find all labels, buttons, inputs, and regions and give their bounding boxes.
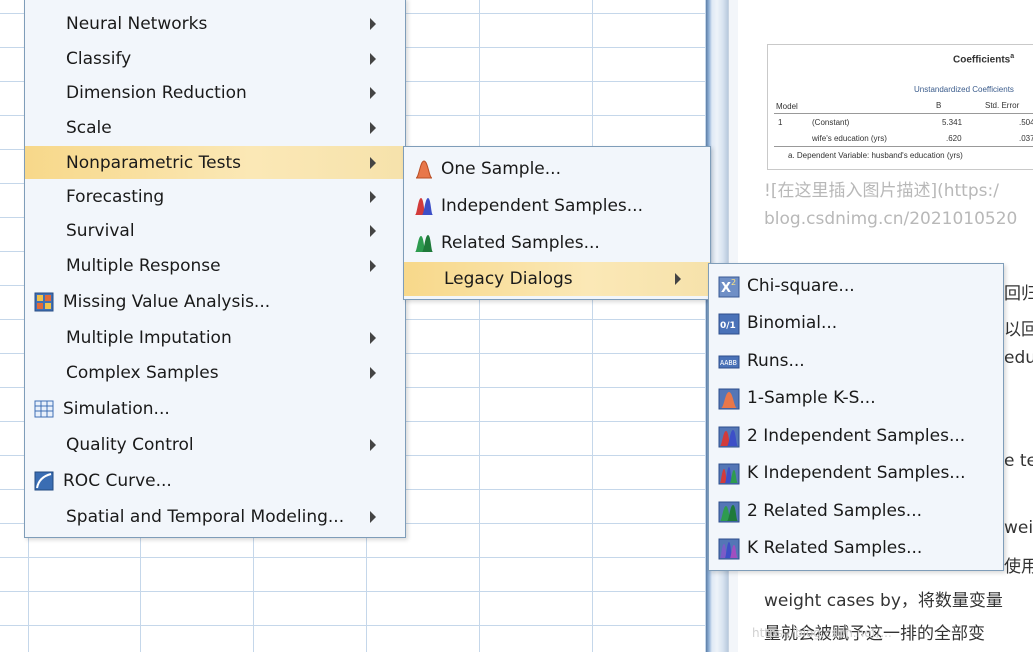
menu-item-complex-samples[interactable]: Complex Samples — [25, 357, 405, 389]
table-row1-label: (Constant) — [812, 118, 850, 127]
menu-item-k-related-samples[interactable]: K Related Samples... — [709, 531, 1003, 565]
article-text: weight cases by，将数量变量 — [764, 591, 1003, 611]
svg-text:X: X — [721, 281, 731, 296]
article-text: edu — [1004, 348, 1033, 368]
table-title: Coefficientsa — [953, 53, 1015, 66]
table-row1-b: 5.341 — [942, 118, 963, 127]
article-text: 以回 — [1004, 320, 1033, 340]
related-samples-icon — [414, 233, 434, 253]
roc-curve-icon — [34, 471, 54, 491]
submenu-arrow-icon — [675, 273, 681, 285]
menu-item-2-related-samples[interactable]: 2 Related Samples... — [709, 494, 1003, 528]
chi-square-icon: X2 — [718, 276, 740, 298]
menu-item-binomial[interactable]: 0/1 Binomial... — [709, 306, 1003, 340]
menu-item-nonparametric-tests[interactable]: Nonparametric Tests — [25, 146, 405, 179]
submenu-arrow-icon — [370, 260, 376, 272]
grid-col-line — [479, 0, 480, 652]
table-footnote: a. Dependent Variable: husband's educati… — [788, 151, 963, 160]
menu-item-chi-square[interactable]: X2 Chi-square... — [709, 269, 1003, 303]
table-rule — [774, 113, 1033, 114]
menu-item-dimension-reduction[interactable]: Dimension Reduction — [25, 77, 405, 109]
submenu-arrow-icon — [370, 191, 376, 203]
menu-item-runs[interactable]: AABB Runs... — [709, 344, 1003, 378]
menu-item-missing-value-analysis[interactable]: Missing Value Analysis... — [25, 286, 405, 318]
grid-col-line — [592, 0, 593, 652]
menu-item-2-independent-samples[interactable]: 2 Independent Samples... — [709, 419, 1003, 453]
menu-item-quality-control[interactable]: Quality Control — [25, 429, 405, 461]
menu-item-spatial-temporal[interactable]: Spatial and Temporal Modeling... — [25, 501, 405, 533]
simulation-icon — [34, 399, 54, 419]
svg-text:AABB: AABB — [720, 359, 737, 367]
table-header-group: Unstandardized Coefficients — [914, 85, 1014, 94]
binomial-icon: 0/1 — [718, 313, 740, 335]
svg-text:2: 2 — [731, 278, 736, 287]
runs-icon: AABB — [718, 351, 740, 371]
ks-icon — [718, 388, 740, 410]
table-col-se: Std. Error — [985, 101, 1020, 110]
menu-item-legacy-dialogs[interactable]: Legacy Dialogs — [404, 262, 710, 296]
image-alt-text: ![在这里插入图片描述](https:/ — [764, 181, 999, 201]
menu-item-simulation[interactable]: Simulation... — [25, 393, 405, 425]
menu-item-independent-samples[interactable]: Independent Samples... — [404, 189, 710, 223]
submenu-arrow-icon — [370, 511, 376, 523]
menu-item-forecasting[interactable]: Forecasting — [25, 181, 405, 213]
table-row-num: 1 — [778, 118, 783, 127]
menu-item-multiple-response[interactable]: Multiple Response — [25, 250, 405, 282]
table-row2-se: .037 — [1019, 134, 1033, 143]
svg-text:0/1: 0/1 — [720, 321, 736, 331]
menu-item-one-sample[interactable]: One Sample... — [404, 152, 710, 186]
submenu-arrow-icon — [370, 87, 376, 99]
coefficients-table-image: Coefficientsa Unstandardized Coefficient… — [767, 44, 1033, 170]
legacy-dialogs-menu: X2 Chi-square... 0/1 Binomial... AABB Ru… — [708, 263, 1004, 571]
grid-row-line — [0, 557, 708, 558]
grid-row-line — [0, 625, 708, 626]
table-row2-label: wife's education (yrs) — [812, 134, 887, 143]
watermark: https://blog.csdn.net/... — [752, 626, 892, 640]
submenu-arrow-icon — [370, 367, 376, 379]
missing-value-icon — [34, 292, 54, 312]
submenu-arrow-icon — [370, 332, 376, 344]
two-related-icon — [718, 501, 740, 523]
menu-item-multiple-imputation[interactable]: Multiple Imputation — [25, 322, 405, 354]
two-independent-icon — [718, 426, 740, 448]
menu-item-k-independent-samples[interactable]: K Independent Samples... — [709, 456, 1003, 490]
one-sample-icon — [414, 159, 434, 179]
submenu-arrow-icon — [370, 439, 376, 451]
menu-item-classify[interactable]: Classify — [25, 43, 405, 75]
submenu-arrow-icon — [370, 225, 376, 237]
menu-item-scale[interactable]: Scale — [25, 112, 405, 144]
table-col-model: Model — [776, 102, 798, 111]
menu-item-neural-networks[interactable]: Neural Networks — [25, 8, 405, 40]
submenu-arrow-icon — [370, 156, 376, 169]
submenu-arrow-icon — [370, 122, 376, 134]
submenu-arrow-icon — [370, 18, 376, 30]
submenu-arrow-icon — [370, 53, 376, 65]
nonparametric-tests-menu: One Sample... Independent Samples... Rel… — [403, 146, 711, 300]
article-text: e te — [1004, 451, 1033, 471]
article-text: weig — [1004, 518, 1033, 538]
grid-row-line — [0, 591, 708, 592]
article-text: 使用 — [1004, 557, 1033, 577]
table-row2-b: .620 — [946, 134, 962, 143]
menu-item-related-samples[interactable]: Related Samples... — [404, 226, 710, 260]
analyze-menu: Neural Networks Classify Dimension Reduc… — [24, 0, 406, 538]
menu-item-survival[interactable]: Survival — [25, 215, 405, 247]
k-related-icon — [718, 538, 740, 560]
k-independent-icon — [718, 463, 740, 485]
table-rule — [774, 146, 1033, 147]
article-text: 回归 — [1004, 284, 1033, 304]
table-row1-se: .504 — [1019, 118, 1033, 127]
table-col-b: B — [936, 101, 942, 110]
independent-samples-icon — [414, 196, 434, 216]
menu-item-1-sample-ks[interactable]: 1-Sample K-S... — [709, 381, 1003, 415]
image-alt-url: blog.csdnimg.cn/2021010520 — [764, 209, 1018, 229]
menu-item-roc-curve[interactable]: ROC Curve... — [25, 465, 405, 497]
